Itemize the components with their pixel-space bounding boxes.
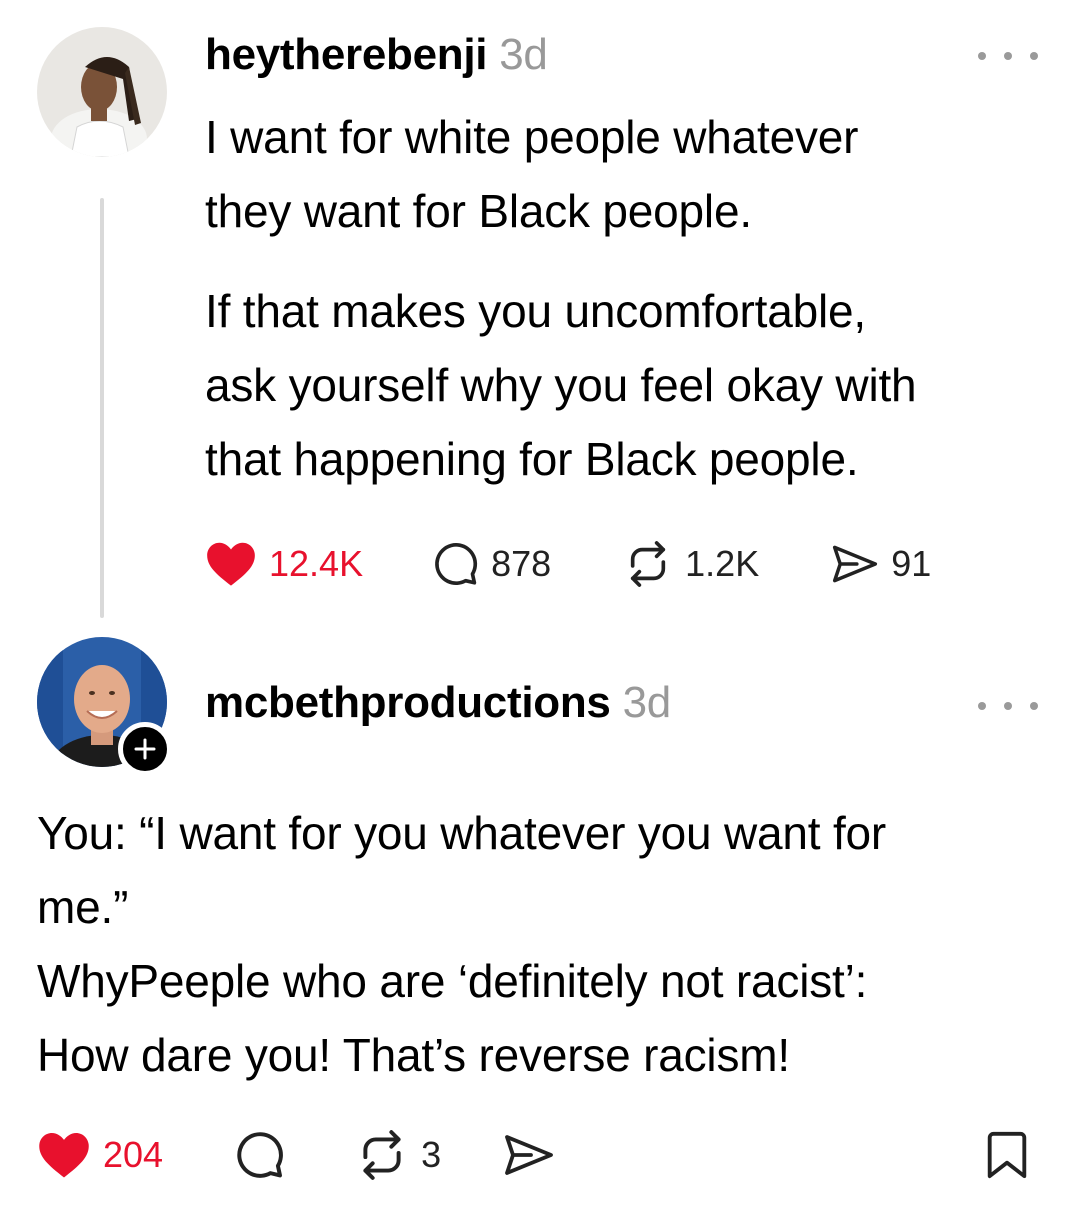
post-text-line: that happening for Black people. <box>205 433 859 485</box>
like-button[interactable]: 12.4K <box>205 540 363 588</box>
reply-like-button[interactable]: 204 <box>37 1130 163 1180</box>
follow-button[interactable] <box>118 722 172 776</box>
heart-icon <box>207 542 255 586</box>
share-icon <box>505 1135 554 1175</box>
post-username[interactable]: heytherebenji <box>205 30 487 79</box>
post-text-line: ask yourself why you feel okay with <box>205 359 917 411</box>
reply-text-line: me.” <box>37 881 129 933</box>
bookmark-icon <box>987 1131 1027 1179</box>
repost-icon <box>631 541 666 587</box>
reply-body: You: “I want for you whatever you want f… <box>37 796 886 1092</box>
post-body: I want for white people whatever they wa… <box>205 100 859 248</box>
comment-icon <box>237 1132 283 1178</box>
reply-count: 878 <box>491 543 552 584</box>
reply-repost-button[interactable]: 3 <box>355 1130 441 1180</box>
reply-comment-button[interactable] <box>235 1130 285 1180</box>
repost-button[interactable]: 1.2K <box>623 541 759 587</box>
reply-like-count: 204 <box>103 1134 164 1175</box>
thread-connector-line <box>100 198 104 618</box>
reply-header: mcbethproductions 3d <box>205 678 671 728</box>
post-body-paragraph-2: If that makes you uncomfortable, ask you… <box>205 274 917 496</box>
reply-timestamp: 3d <box>622 678 672 727</box>
bookmark-button[interactable] <box>985 1130 1029 1180</box>
share-icon <box>833 545 878 583</box>
post-text-line: If that makes you uncomfortable, <box>205 285 866 337</box>
reply-text-line: How dare you! That’s reverse racism! <box>37 1029 790 1081</box>
post-actions: 12.4K 878 1.2K 91 <box>205 540 931 588</box>
avatar-heytherebenji[interactable] <box>37 27 167 157</box>
thread-view: heytherebenji 3d I want for white people … <box>0 0 1080 1213</box>
reply-share-button[interactable] <box>503 1130 555 1180</box>
follow-plus-icon <box>134 738 156 760</box>
reply-actions: 204 3 <box>37 1130 555 1180</box>
repost-count: 1.2K <box>685 543 760 584</box>
post-text-line: I want for white people whatever <box>205 111 859 163</box>
post-text-line: they want for Black people. <box>205 185 752 237</box>
heart-icon <box>39 1132 89 1178</box>
post-more-icon[interactable] <box>978 46 1038 66</box>
comment-icon <box>435 543 478 585</box>
post-timestamp: 3d <box>499 30 548 79</box>
reply-text-line: You: “I want for you whatever you want f… <box>37 807 887 859</box>
reply-username[interactable]: mcbethproductions <box>205 678 611 727</box>
post-header: heytherebenji 3d <box>205 30 548 80</box>
share-button[interactable]: 91 <box>831 541 931 587</box>
share-count: 91 <box>891 543 932 584</box>
reply-text-line: WhyPeeple who are ‘definitely not racist… <box>37 955 868 1007</box>
reply-more-icon[interactable] <box>978 696 1038 716</box>
like-count: 12.4K <box>269 543 364 584</box>
repost-icon <box>363 1130 401 1180</box>
reply-repost-count: 3 <box>421 1134 442 1175</box>
reply-button[interactable]: 878 <box>433 541 551 587</box>
